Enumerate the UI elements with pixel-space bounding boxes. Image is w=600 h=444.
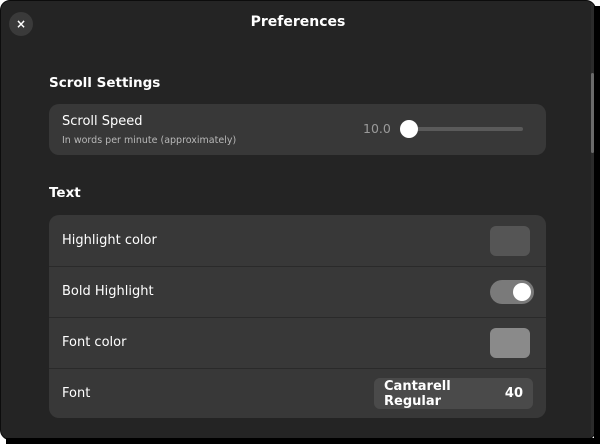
highlight-color-button[interactable] bbox=[490, 226, 530, 256]
scroll-speed-card: Scroll Speed In words per minute (approx… bbox=[49, 104, 546, 155]
scroll-settings-heading: Scroll Settings bbox=[49, 75, 161, 91]
highlight-color-label: Highlight color bbox=[62, 233, 157, 248]
slider-knob[interactable] bbox=[400, 120, 418, 138]
bold-highlight-label: Bold Highlight bbox=[62, 284, 154, 299]
window-shadow-right bbox=[594, 6, 600, 444]
window-shadow-bottom bbox=[6, 438, 600, 444]
toggle-knob bbox=[513, 283, 531, 301]
window-title: Preferences bbox=[250, 14, 346, 30]
preferences-window: × Preferences Scroll Settings Scroll Spe… bbox=[0, 0, 596, 440]
divider bbox=[49, 317, 546, 318]
font-label: Font bbox=[62, 386, 91, 401]
font-name: Cantarell Regular bbox=[384, 378, 451, 409]
slider-track[interactable] bbox=[401, 127, 523, 131]
font-color-button[interactable] bbox=[490, 328, 530, 358]
text-heading: Text bbox=[49, 185, 81, 201]
scroll-speed-value: 10.0 bbox=[363, 121, 391, 136]
scroll-speed-sublabel: In words per minute (approximately) bbox=[62, 135, 237, 146]
divider bbox=[49, 368, 546, 369]
font-size: 40 bbox=[504, 386, 523, 401]
font-chooser-button[interactable]: Cantarell Regular 40 bbox=[374, 378, 533, 409]
divider bbox=[49, 266, 546, 267]
text-settings-card: Highlight color Bold Highlight Font colo… bbox=[49, 215, 546, 418]
font-color-label: Font color bbox=[62, 335, 127, 350]
scroll-speed-label: Scroll Speed bbox=[62, 114, 143, 129]
bold-highlight-toggle[interactable] bbox=[490, 280, 534, 304]
